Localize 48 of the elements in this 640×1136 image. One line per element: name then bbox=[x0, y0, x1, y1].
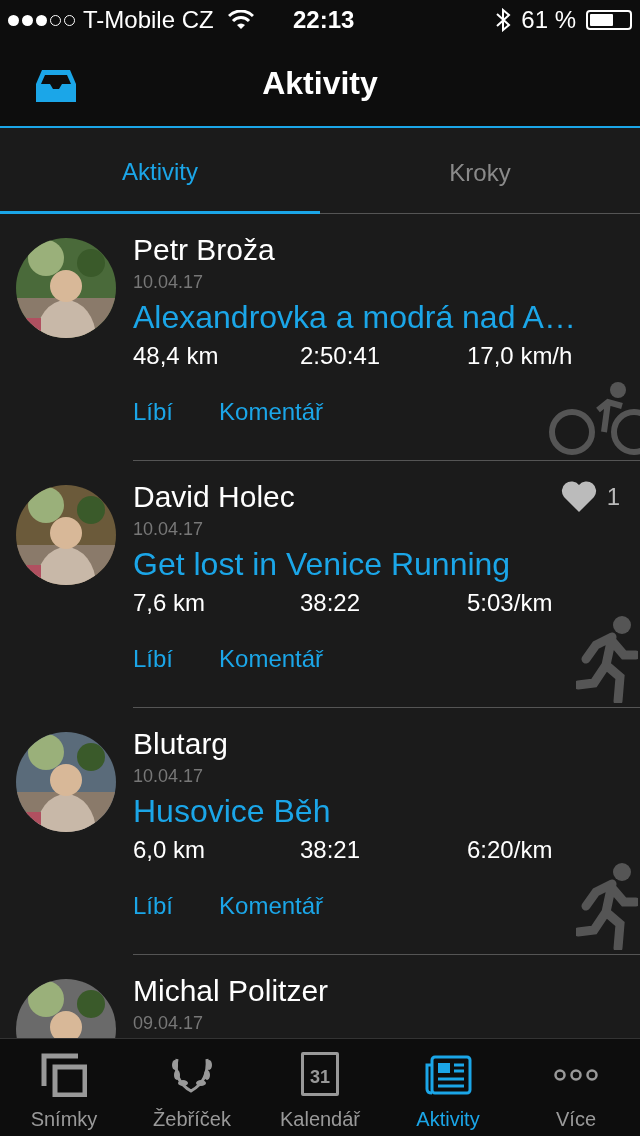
activity-date: 09.04.17 bbox=[133, 1012, 205, 1035]
activity-title[interactable]: Get lost in Venice Running bbox=[133, 541, 620, 587]
comment-link[interactable]: Komentář bbox=[219, 888, 324, 924]
activity-stat: 2:50:41 bbox=[300, 341, 382, 371]
activity-stat: 7,6 km bbox=[133, 588, 207, 618]
activity-date: 10.04.17 bbox=[133, 271, 205, 294]
photos-icon bbox=[41, 1053, 87, 1097]
activity-stat: 5:03/km bbox=[467, 588, 554, 618]
bluetooth-icon bbox=[495, 8, 512, 32]
activity-stat: 48,4 km bbox=[133, 341, 220, 371]
nav-tab[interactable]: 31 Kalendář bbox=[256, 1039, 384, 1136]
activity-title[interactable]: Husovice Běh bbox=[133, 788, 620, 834]
calendar-icon: 31 bbox=[301, 1052, 339, 1096]
nav-tab[interactable]: Více bbox=[512, 1039, 640, 1136]
user-name: Petr Broža bbox=[133, 232, 275, 268]
comment-link[interactable]: Komentář bbox=[219, 394, 324, 430]
like-link[interactable]: Líbí bbox=[133, 394, 174, 430]
user-name: Michal Politzer bbox=[133, 973, 329, 1009]
inbox-icon[interactable] bbox=[36, 70, 76, 102]
nav-tab[interactable]: Žebříček bbox=[128, 1039, 256, 1136]
like-link[interactable]: Líbí bbox=[133, 888, 174, 924]
activity-date: 10.04.17 bbox=[133, 765, 205, 788]
activity-stat: 38:21 bbox=[300, 835, 362, 865]
status-time: 22:13 bbox=[293, 5, 355, 35]
like-count: 1 bbox=[606, 482, 620, 512]
like-link[interactable]: Líbí bbox=[133, 641, 174, 677]
wifi-icon bbox=[227, 10, 254, 30]
user-name: Blutarg bbox=[133, 726, 229, 762]
battery-icon bbox=[586, 10, 632, 30]
battery-percent: 61 % bbox=[521, 5, 576, 35]
carrier-name: T-Mobile CZ bbox=[83, 5, 214, 35]
more-icon bbox=[553, 1068, 599, 1082]
user-name: David Holec bbox=[133, 479, 295, 515]
cyclist-icon bbox=[548, 380, 640, 456]
nav-tab[interactable]: Snímky bbox=[0, 1039, 128, 1136]
activity-date: 10.04.17 bbox=[133, 518, 205, 541]
comment-link[interactable]: Komentář bbox=[219, 641, 324, 677]
nav-tab[interactable]: Aktivity bbox=[384, 1039, 512, 1136]
activity-stat: 38:22 bbox=[300, 588, 362, 618]
activity-stat: 6,0 km bbox=[133, 835, 207, 865]
activity-stat: 17,0 km/h bbox=[467, 341, 574, 371]
runner-icon bbox=[576, 862, 638, 950]
newspaper-icon bbox=[424, 1055, 472, 1095]
activity-stat: 6:20/km bbox=[467, 835, 554, 865]
runner-icon bbox=[576, 615, 638, 703]
activity-title[interactable]: Alexandrovka a modrá nad A… bbox=[133, 294, 620, 340]
heart-icon bbox=[560, 481, 597, 513]
screen-title: Aktivity bbox=[262, 64, 378, 103]
